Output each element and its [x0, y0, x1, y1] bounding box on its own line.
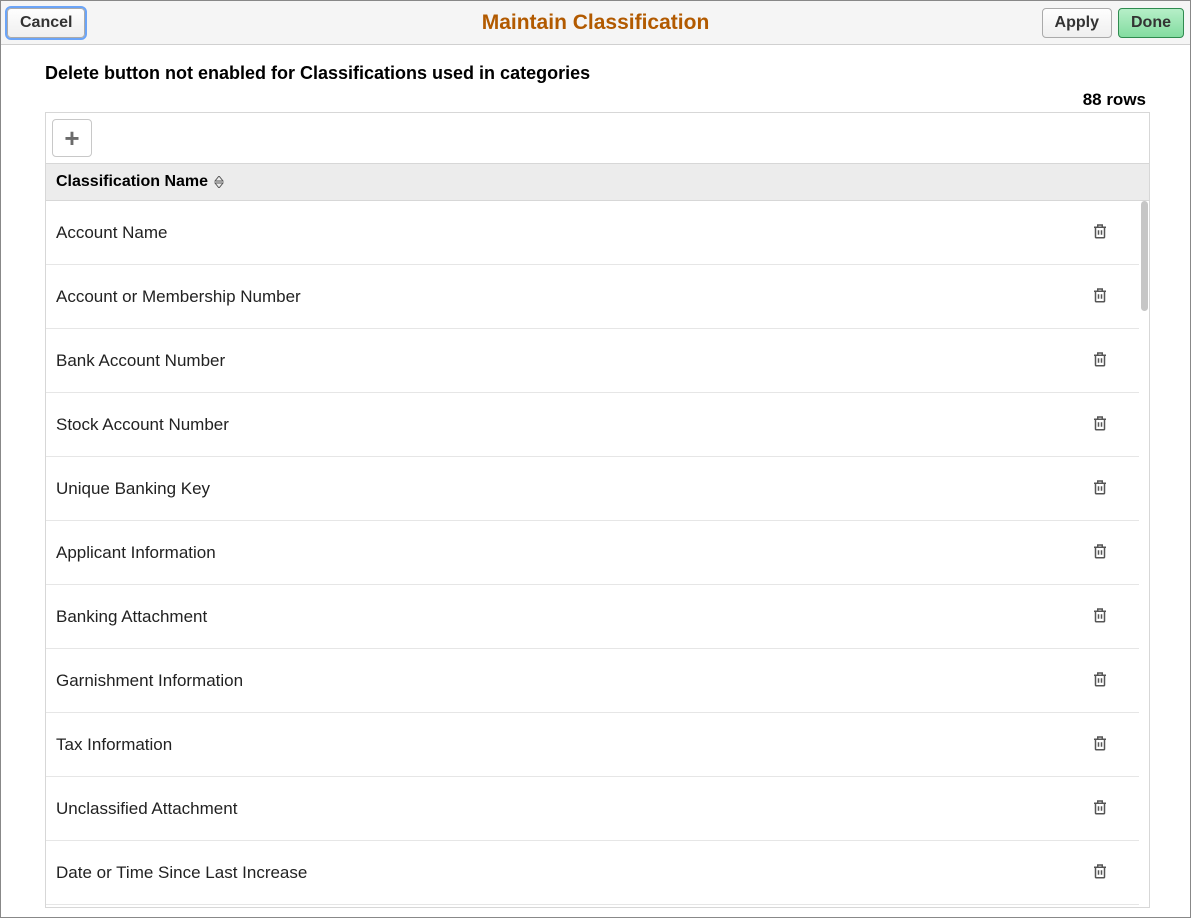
table-row: Banking Attachment: [46, 585, 1139, 649]
delete-row-button[interactable]: [1089, 859, 1111, 886]
delete-row-button[interactable]: [1089, 219, 1111, 246]
grid-body: Account Name Account or Membership Numbe…: [46, 201, 1139, 907]
delete-row-button[interactable]: [1089, 539, 1111, 566]
classification-name-cell: Applicant Information: [56, 543, 216, 563]
table-row: Account Name: [46, 201, 1139, 265]
classification-name-cell: Account or Membership Number: [56, 287, 301, 307]
trash-icon: [1091, 421, 1109, 436]
trash-icon: [1091, 869, 1109, 884]
info-text: Delete button not enabled for Classifica…: [45, 63, 1150, 84]
delete-row-button[interactable]: [1089, 347, 1111, 374]
classification-name-cell: Bank Account Number: [56, 351, 225, 371]
table-row: Tax Information: [46, 713, 1139, 777]
table-row: Pension and Retirement: [46, 905, 1139, 907]
table-row: Garnishment Information: [46, 649, 1139, 713]
content-area: Delete button not enabled for Classifica…: [1, 45, 1190, 908]
trash-icon: [1091, 549, 1109, 564]
delete-row-button[interactable]: [1089, 475, 1111, 502]
classification-name-cell: Tax Information: [56, 735, 172, 755]
delete-row-button[interactable]: [1089, 411, 1111, 438]
grid-toolbar: +: [45, 112, 1150, 163]
classification-name-cell: Account Name: [56, 223, 168, 243]
grid-header: Classification Name: [46, 164, 1149, 201]
classification-name-cell: Unclassified Attachment: [56, 799, 237, 819]
trash-icon: [1091, 613, 1109, 628]
trash-icon: [1091, 805, 1109, 820]
column-header-classification-name[interactable]: Classification Name: [56, 173, 224, 191]
trash-icon: [1091, 677, 1109, 692]
row-count-label: 88 rows: [45, 90, 1150, 110]
column-header-label: Classification Name: [56, 173, 208, 191]
delete-row-button[interactable]: [1089, 667, 1111, 694]
apply-button[interactable]: Apply: [1042, 8, 1112, 38]
grid-scrollbar[interactable]: [1139, 201, 1149, 907]
trash-icon: [1091, 293, 1109, 308]
table-row: Applicant Information: [46, 521, 1139, 585]
table-row: Stock Account Number: [46, 393, 1139, 457]
classification-name-cell: Stock Account Number: [56, 415, 229, 435]
delete-row-button[interactable]: [1089, 603, 1111, 630]
page-title: Maintain Classification: [482, 11, 710, 35]
trash-icon: [1091, 357, 1109, 372]
table-row: Date or Time Since Last Increase: [46, 841, 1139, 905]
classification-name-cell: Banking Attachment: [56, 607, 207, 627]
scrollbar-thumb[interactable]: [1141, 201, 1148, 311]
table-row: Bank Account Number: [46, 329, 1139, 393]
classification-name-cell: Date or Time Since Last Increase: [56, 863, 307, 883]
done-button[interactable]: Done: [1118, 8, 1184, 38]
page-header: Cancel Maintain Classification Apply Don…: [1, 1, 1190, 45]
classification-grid: Classification Name Account Name: [45, 163, 1150, 908]
delete-row-button[interactable]: [1089, 795, 1111, 822]
delete-row-button[interactable]: [1089, 731, 1111, 758]
classification-name-cell: Garnishment Information: [56, 671, 243, 691]
delete-row-button[interactable]: [1089, 283, 1111, 310]
trash-icon: [1091, 229, 1109, 244]
add-row-button[interactable]: +: [52, 119, 92, 157]
table-row: Unclassified Attachment: [46, 777, 1139, 841]
sort-icon: [214, 176, 224, 188]
table-row: Unique Banking Key: [46, 457, 1139, 521]
cancel-button[interactable]: Cancel: [7, 8, 85, 38]
table-row: Account or Membership Number: [46, 265, 1139, 329]
trash-icon: [1091, 741, 1109, 756]
plus-icon: +: [64, 123, 79, 154]
trash-icon: [1091, 485, 1109, 500]
classification-name-cell: Unique Banking Key: [56, 479, 210, 499]
